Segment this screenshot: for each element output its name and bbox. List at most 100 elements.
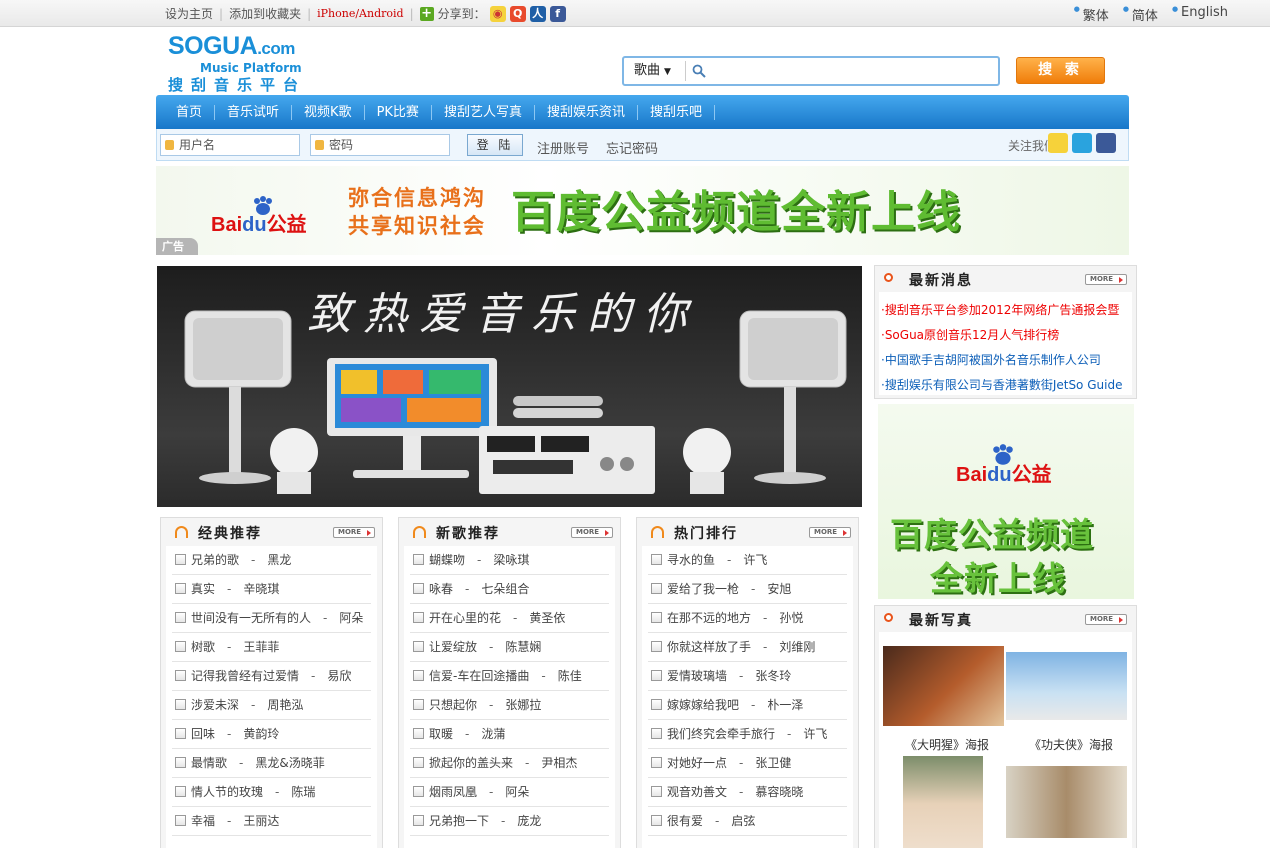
song-title[interactable]: 爱情玻璃墙 <box>667 669 727 683</box>
song-row[interactable]: 嫁嫁嫁给我吧 - 朴一泽 <box>648 691 847 720</box>
song-row[interactable]: 你就这样放了手 - 刘维刚 <box>648 633 847 662</box>
song-artist[interactable]: 阿朵 <box>339 611 363 625</box>
song-row[interactable]: 观音劝善文 - 慕容晓晓 <box>648 778 847 807</box>
song-artist[interactable]: 孙悦 <box>779 611 803 625</box>
song-title[interactable]: 兄弟抱一下 <box>429 814 489 828</box>
song-title[interactable]: 寻水的鱼 <box>667 553 715 567</box>
song-artist[interactable]: 王丽达 <box>243 814 279 828</box>
song-artist[interactable]: 王菲菲 <box>243 640 279 654</box>
song-title[interactable]: 最情歌 <box>191 756 227 770</box>
song-title[interactable]: 在那不远的地方 <box>667 611 751 625</box>
song-artist[interactable]: 黄圣依 <box>529 611 565 625</box>
song-title[interactable]: 记得我曾经有过爱情 <box>191 669 299 683</box>
song-row[interactable]: 我们终究会牵手旅行 - 许飞 <box>648 720 847 749</box>
news-item[interactable]: ·搜刮音乐平台参加2012年网络广告通报会暨 <box>879 298 1132 323</box>
song-title[interactable]: 树歌 <box>191 640 215 654</box>
song-row[interactable]: 爱情玻璃墙 - 张冬玲 <box>648 662 847 691</box>
song-title[interactable]: 对她好一点 <box>667 756 727 770</box>
song-checkbox[interactable] <box>413 815 424 826</box>
song-artist[interactable]: 张娜拉 <box>505 698 541 712</box>
news-item[interactable]: ·SoGua原创音乐12月人气排行榜 <box>879 323 1132 348</box>
song-title[interactable]: 世间没有一无所有的人 <box>191 611 311 625</box>
song-title[interactable]: 观音劝善文 <box>667 785 727 799</box>
facebook-share-icon[interactable]: f <box>549 5 566 22</box>
song-checkbox[interactable] <box>651 728 662 739</box>
nav-item-artist-photos[interactable]: 搜刮艺人写真 <box>432 104 535 120</box>
song-artist[interactable]: 庞龙 <box>517 814 541 828</box>
nav-item-listen[interactable]: 音乐试听 <box>215 104 293 120</box>
song-checkbox[interactable] <box>175 612 186 623</box>
song-checkbox[interactable] <box>413 728 424 739</box>
nav-item-bar[interactable]: 搜刮乐吧 <box>638 104 715 120</box>
song-title[interactable]: 嫁嫁嫁给我吧 <box>667 698 739 712</box>
song-title[interactable]: 掀起你的盖头来 <box>429 756 513 770</box>
photos-more-button[interactable]: MORE <box>1085 614 1127 625</box>
song-title[interactable]: 真实 <box>191 582 215 596</box>
song-row[interactable]: 幸福 - 王丽达 <box>172 807 371 836</box>
song-checkbox[interactable] <box>175 786 186 797</box>
password-field[interactable]: 密码 <box>310 134 450 156</box>
song-artist[interactable]: 阿朵 <box>505 785 529 799</box>
song-artist[interactable]: 许飞 <box>743 553 767 567</box>
song-title[interactable]: 爱给了我一枪 <box>667 582 739 596</box>
song-artist[interactable]: 周艳泓 <box>267 698 303 712</box>
share-plus-icon[interactable]: + <box>419 6 434 21</box>
search-button[interactable]: 搜 索 <box>1016 57 1105 84</box>
song-checkbox[interactable] <box>651 612 662 623</box>
facebook-follow-icon[interactable] <box>1096 133 1116 153</box>
list-more-button[interactable]: MORE <box>571 527 613 538</box>
photo-caption[interactable]: 《大明猩》海报 <box>905 736 989 753</box>
song-artist[interactable]: 黑龙&汤晓菲 <box>255 756 324 770</box>
song-title[interactable]: 涉爱未深 <box>191 698 239 712</box>
qq-follow-icon[interactable] <box>1072 133 1092 153</box>
search-input[interactable] <box>712 60 992 82</box>
song-title[interactable]: 我们终究会牵手旅行 <box>667 727 775 741</box>
news-item[interactable]: ·中国歌手吉胡阿被国外名音乐制作人公司 <box>879 348 1132 373</box>
qq-share-icon[interactable]: Q <box>509 5 526 22</box>
photo-thumbnail[interactable] <box>903 756 983 848</box>
song-title[interactable]: 信爱-车在回途播曲 <box>429 669 529 683</box>
mobile-link[interactable]: iPhone/Android <box>317 7 403 20</box>
login-button[interactable]: 登 陆 <box>467 134 523 156</box>
song-row[interactable]: 让爱绽放 - 陈慧娴 <box>410 633 609 662</box>
nav-item-home[interactable]: 首页 <box>164 104 216 120</box>
song-artist[interactable]: 辛晓琪 <box>243 582 279 596</box>
song-row[interactable]: 取暖 - 泷蒲 <box>410 720 609 749</box>
song-artist[interactable]: 陈瑞 <box>291 785 315 799</box>
search-category-select[interactable]: 歌曲 ▼ <box>628 61 686 81</box>
song-artist[interactable]: 张冬玲 <box>755 669 791 683</box>
weibo-follow-icon[interactable] <box>1048 133 1068 153</box>
register-link[interactable]: 注册账号 <box>537 138 589 157</box>
username-field[interactable]: 用户名 <box>160 134 300 156</box>
song-checkbox[interactable] <box>413 583 424 594</box>
forgot-password-link[interactable]: 忘记密码 <box>606 138 658 157</box>
song-title[interactable]: 咏春 <box>429 582 453 596</box>
song-title[interactable]: 取暖 <box>429 727 453 741</box>
song-artist[interactable]: 黄韵玲 <box>243 727 279 741</box>
song-checkbox[interactable] <box>175 815 186 826</box>
song-title[interactable]: 蝴蝶吻 <box>429 553 465 567</box>
song-title[interactable]: 幸福 <box>191 814 215 828</box>
song-title[interactable]: 情人节的玫瑰 <box>191 785 263 799</box>
song-row[interactable]: 树歌 - 王菲菲 <box>172 633 371 662</box>
song-artist[interactable]: 易欣 <box>327 669 351 683</box>
song-checkbox[interactable] <box>413 554 424 565</box>
photo-thumbnail[interactable] <box>883 646 1004 726</box>
lang-traditional[interactable]: 繁体 <box>1074 5 1109 24</box>
song-title[interactable]: 烟雨凤凰 <box>429 785 477 799</box>
song-checkbox[interactable] <box>651 757 662 768</box>
song-checkbox[interactable] <box>413 699 424 710</box>
weibo-share-icon[interactable]: ◉ <box>489 5 506 22</box>
song-title[interactable]: 很有爱 <box>667 814 703 828</box>
song-artist[interactable]: 张卫健 <box>755 756 791 770</box>
song-checkbox[interactable] <box>175 699 186 710</box>
song-row[interactable]: 很有爱 - 启弦 <box>648 807 847 836</box>
song-title[interactable]: 回味 <box>191 727 215 741</box>
song-checkbox[interactable] <box>651 815 662 826</box>
song-artist[interactable]: 七朵组合 <box>481 582 529 596</box>
nav-item-news[interactable]: 搜刮娱乐资讯 <box>535 104 638 120</box>
song-checkbox[interactable] <box>175 728 186 739</box>
song-checkbox[interactable] <box>413 757 424 768</box>
song-row[interactable]: 咏春 - 七朵组合 <box>410 575 609 604</box>
song-artist[interactable]: 刘维刚 <box>779 640 815 654</box>
